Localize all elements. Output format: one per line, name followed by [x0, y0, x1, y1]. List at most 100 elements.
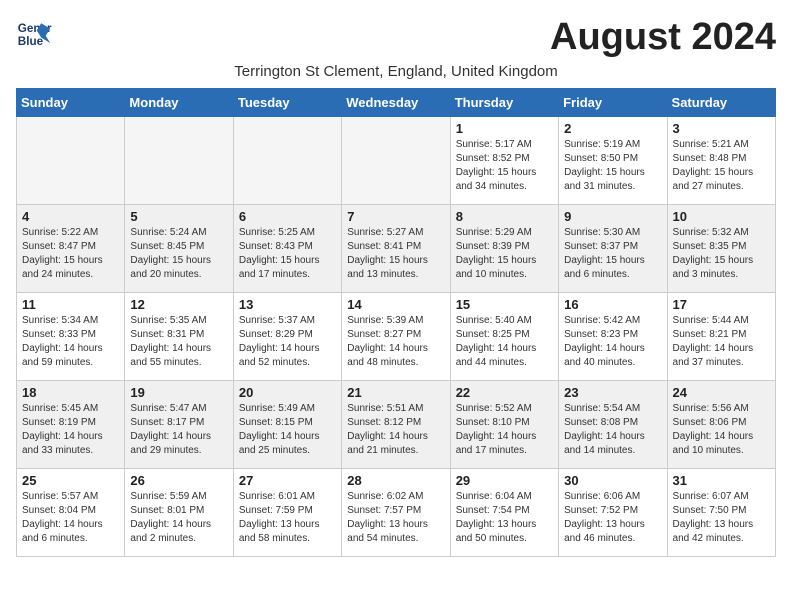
calendar-day-25: 25Sunrise: 5:57 AMSunset: 8:04 PMDayligh… — [17, 469, 125, 557]
calendar-week-4: 18 Sunrise: 5:45 AMSunset: 8:19 PMDayligh… — [17, 381, 776, 469]
day-number: 29 — [456, 473, 553, 488]
header-tuesday: Tuesday — [233, 89, 341, 117]
calendar-day-18: 18 Sunrise: 5:45 AMSunset: 8:19 PMDayligh… — [17, 381, 125, 469]
day-number: 5 — [130, 209, 227, 224]
day-number: 13 — [239, 297, 336, 312]
day-number: 16 — [564, 297, 661, 312]
calendar-day-14: 14 Sunrise: 5:39 AMSunset: 8:27 PMDayligh… — [342, 293, 450, 381]
calendar-day-3: 3 Sunrise: 5:21 AMSunset: 8:48 PMDaylight… — [667, 117, 775, 205]
day-info: Sunrise: 5:24 AMSunset: 8:45 PMDaylight:… — [130, 226, 227, 282]
header-wednesday: Wednesday — [342, 89, 450, 117]
day-info: Sunrise: 5:40 AMSunset: 8:25 PMDaylight:… — [456, 314, 553, 370]
logo: General Blue — [16, 16, 52, 52]
calendar-day-10: 10 Sunrise: 5:32 AMSunset: 8:35 PMDayligh… — [667, 205, 775, 293]
day-info: Sunrise: 5:51 AMSunset: 8:12 PMDaylight:… — [347, 402, 444, 458]
calendar-day-22: 22Sunrise: 5:52 AMSunset: 8:10 PMDayligh… — [450, 381, 558, 469]
day-number: 10 — [673, 209, 770, 224]
day-number: 14 — [347, 297, 444, 312]
day-info: Sunrise: 5:21 AMSunset: 8:48 PMDaylight:… — [673, 138, 770, 194]
calendar-day-21: 21 Sunrise: 5:51 AMSunset: 8:12 PMDayligh… — [342, 381, 450, 469]
header-saturday: Saturday — [667, 89, 775, 117]
day-info: Sunrise: 5:47 AMSunset: 8:17 PMDaylight:… — [130, 402, 227, 458]
calendar-day-20: 20 Sunrise: 5:49 AMSunset: 8:15 PMDayligh… — [233, 381, 341, 469]
day-number: 6 — [239, 209, 336, 224]
day-number: 20 — [239, 385, 336, 400]
day-number: 19 — [130, 385, 227, 400]
header-monday: Monday — [125, 89, 233, 117]
calendar-day-17: 17 Sunrise: 5:44 AMSunset: 8:21 PMDayligh… — [667, 293, 775, 381]
calendar-day-8: 8 Sunrise: 5:29 AMSunset: 8:39 PMDaylight… — [450, 205, 558, 293]
calendar-week-2: 4 Sunrise: 5:22 AMSunset: 8:47 PMDaylight… — [17, 205, 776, 293]
title-area: August 2024 — [550, 16, 776, 59]
calendar-day-13: 13 Sunrise: 5:37 AMSunset: 8:29 PMDayligh… — [233, 293, 341, 381]
day-info: Sunrise: 6:01 AMSunset: 7:59 PMDaylight:… — [239, 490, 336, 546]
header-thursday: Thursday — [450, 89, 558, 117]
calendar-day-6: 6 Sunrise: 5:25 AMSunset: 8:43 PMDaylight… — [233, 205, 341, 293]
day-info: Sunrise: 5:22 AMSunset: 8:47 PMDaylight:… — [22, 226, 119, 282]
calendar-day-30: 30Sunrise: 6:06 AMSunset: 7:52 PMDayligh… — [559, 469, 667, 557]
day-info: Sunrise: 5:42 AMSunset: 8:23 PMDaylight:… — [564, 314, 661, 370]
day-info: Sunrise: 5:56 AMSunset: 8:06 PMDaylight:… — [673, 402, 770, 458]
day-info: Sunrise: 5:57 AMSunset: 8:04 PMDaylight:… — [22, 490, 119, 546]
calendar-day-empty — [17, 117, 125, 205]
day-info: Sunrise: 5:49 AMSunset: 8:15 PMDaylight:… — [239, 402, 336, 458]
calendar-table: SundayMondayTuesdayWednesdayThursdayFrid… — [16, 88, 776, 557]
day-info: Sunrise: 5:59 AMSunset: 8:01 PMDaylight:… — [130, 490, 227, 546]
day-info: Sunrise: 5:29 AMSunset: 8:39 PMDaylight:… — [456, 226, 553, 282]
calendar-day-19: 19 Sunrise: 5:47 AMSunset: 8:17 PMDayligh… — [125, 381, 233, 469]
day-info: Sunrise: 5:35 AMSunset: 8:31 PMDaylight:… — [130, 314, 227, 370]
day-number: 17 — [673, 297, 770, 312]
calendar-day-7: 7Sunrise: 5:27 AMSunset: 8:41 PMDaylight… — [342, 205, 450, 293]
calendar-week-3: 11Sunrise: 5:34 AMSunset: 8:33 PMDayligh… — [17, 293, 776, 381]
day-number: 7 — [347, 209, 444, 224]
day-info: Sunrise: 5:30 AMSunset: 8:37 PMDaylight:… — [564, 226, 661, 282]
location-subtitle: Terrington St Clement, England, United K… — [16, 63, 776, 80]
day-number: 24 — [673, 385, 770, 400]
day-info: Sunrise: 5:32 AMSunset: 8:35 PMDaylight:… — [673, 226, 770, 282]
calendar-day-15: 15 Sunrise: 5:40 AMSunset: 8:25 PMDayligh… — [450, 293, 558, 381]
calendar-day-11: 11Sunrise: 5:34 AMSunset: 8:33 PMDayligh… — [17, 293, 125, 381]
calendar-week-5: 25Sunrise: 5:57 AMSunset: 8:04 PMDayligh… — [17, 469, 776, 557]
calendar-day-31: 31 Sunrise: 6:07 AMSunset: 7:50 PMDayligh… — [667, 469, 775, 557]
day-info: Sunrise: 5:44 AMSunset: 8:21 PMDaylight:… — [673, 314, 770, 370]
page-header: General Blue August 2024 — [16, 16, 776, 59]
calendar-day-1: 1Sunrise: 5:17 AMSunset: 8:52 PMDaylight… — [450, 117, 558, 205]
day-info: Sunrise: 5:39 AMSunset: 8:27 PMDaylight:… — [347, 314, 444, 370]
calendar-day-23: 23 Sunrise: 5:54 AMSunset: 8:08 PMDayligh… — [559, 381, 667, 469]
day-info: Sunrise: 5:54 AMSunset: 8:08 PMDaylight:… — [564, 402, 661, 458]
calendar-day-9: 9 Sunrise: 5:30 AMSunset: 8:37 PMDaylight… — [559, 205, 667, 293]
header-friday: Friday — [559, 89, 667, 117]
calendar-day-24: 24 Sunrise: 5:56 AMSunset: 8:06 PMDayligh… — [667, 381, 775, 469]
day-info: Sunrise: 6:07 AMSunset: 7:50 PMDaylight:… — [673, 490, 770, 546]
day-info: Sunrise: 5:25 AMSunset: 8:43 PMDaylight:… — [239, 226, 336, 282]
day-number: 28 — [347, 473, 444, 488]
day-number: 26 — [130, 473, 227, 488]
calendar-day-16: 16 Sunrise: 5:42 AMSunset: 8:23 PMDayligh… — [559, 293, 667, 381]
header-sunday: Sunday — [17, 89, 125, 117]
month-title: August 2024 — [550, 16, 776, 59]
day-number: 18 — [22, 385, 119, 400]
day-info: Sunrise: 5:37 AMSunset: 8:29 PMDaylight:… — [239, 314, 336, 370]
calendar-day-5: 5 Sunrise: 5:24 AMSunset: 8:45 PMDaylight… — [125, 205, 233, 293]
calendar-day-2: 2Sunrise: 5:19 AMSunset: 8:50 PMDaylight… — [559, 117, 667, 205]
calendar-day-29: 29Sunrise: 6:04 AMSunset: 7:54 PMDayligh… — [450, 469, 558, 557]
day-number: 30 — [564, 473, 661, 488]
svg-text:Blue: Blue — [18, 35, 44, 48]
day-number: 3 — [673, 121, 770, 136]
day-number: 31 — [673, 473, 770, 488]
day-number: 2 — [564, 121, 661, 136]
day-number: 23 — [564, 385, 661, 400]
calendar-day-12: 12Sunrise: 5:35 AMSunset: 8:31 PMDayligh… — [125, 293, 233, 381]
day-info: Sunrise: 5:45 AMSunset: 8:19 PMDaylight:… — [22, 402, 119, 458]
day-number: 27 — [239, 473, 336, 488]
day-number: 21 — [347, 385, 444, 400]
day-number: 9 — [564, 209, 661, 224]
day-number: 8 — [456, 209, 553, 224]
day-number: 1 — [456, 121, 553, 136]
calendar-day-empty — [233, 117, 341, 205]
day-info: Sunrise: 6:02 AMSunset: 7:57 PMDaylight:… — [347, 490, 444, 546]
calendar-day-empty — [342, 117, 450, 205]
day-number: 4 — [22, 209, 119, 224]
day-info: Sunrise: 5:34 AMSunset: 8:33 PMDaylight:… — [22, 314, 119, 370]
day-number: 15 — [456, 297, 553, 312]
